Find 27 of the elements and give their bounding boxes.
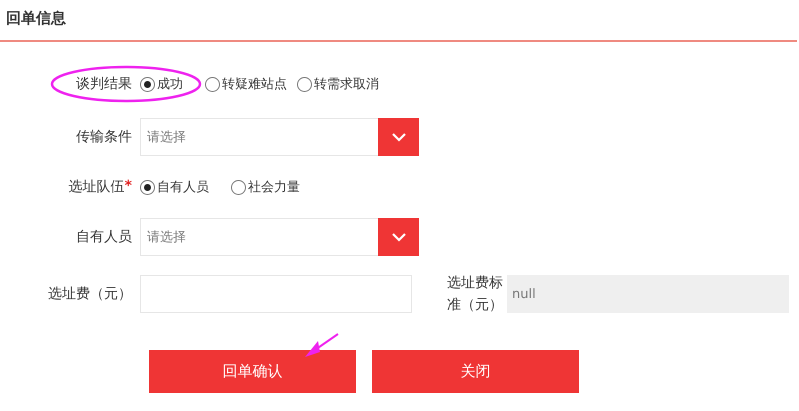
field-label: 自有人员 — [75, 228, 133, 246]
chevron-down-icon — [390, 232, 406, 242]
field-label: 选址费标准（元） — [447, 274, 504, 315]
radio-option[interactable]: 成功 — [140, 75, 183, 93]
radio-option[interactable]: 转需求取消 — [297, 75, 379, 93]
radio-button[interactable] — [205, 76, 220, 92]
required-mark: * — [124, 178, 132, 196]
radio-option[interactable]: 自有人员 — [140, 178, 209, 196]
arrow-annotation — [305, 333, 339, 357]
field-label: 传输条件 — [75, 128, 133, 146]
radio-button[interactable] — [297, 76, 312, 92]
select-field[interactable]: 请选择 — [140, 218, 378, 256]
chevron-down-icon — [390, 132, 406, 142]
action-button[interactable]: 回单确认 — [149, 350, 356, 393]
select-field[interactable]: 请选择 — [140, 118, 378, 156]
action-button[interactable]: 关闭 — [372, 350, 579, 393]
radio-button[interactable] — [231, 180, 246, 194]
section-title: 回单信息 — [6, 9, 66, 27]
field-label: 谈判结果 — [75, 75, 133, 93]
radio-option[interactable]: 转疑难站点 — [205, 75, 287, 93]
field-label: 选址费（元） — [47, 285, 133, 303]
radio-button[interactable] — [140, 180, 155, 194]
field-label: 选址队伍 — [68, 178, 125, 196]
readonly-field[interactable]: null — [507, 275, 789, 313]
input-field[interactable] — [140, 275, 412, 313]
radio-option[interactable]: 社会力量 — [231, 178, 300, 196]
radio-button[interactable] — [140, 76, 155, 92]
